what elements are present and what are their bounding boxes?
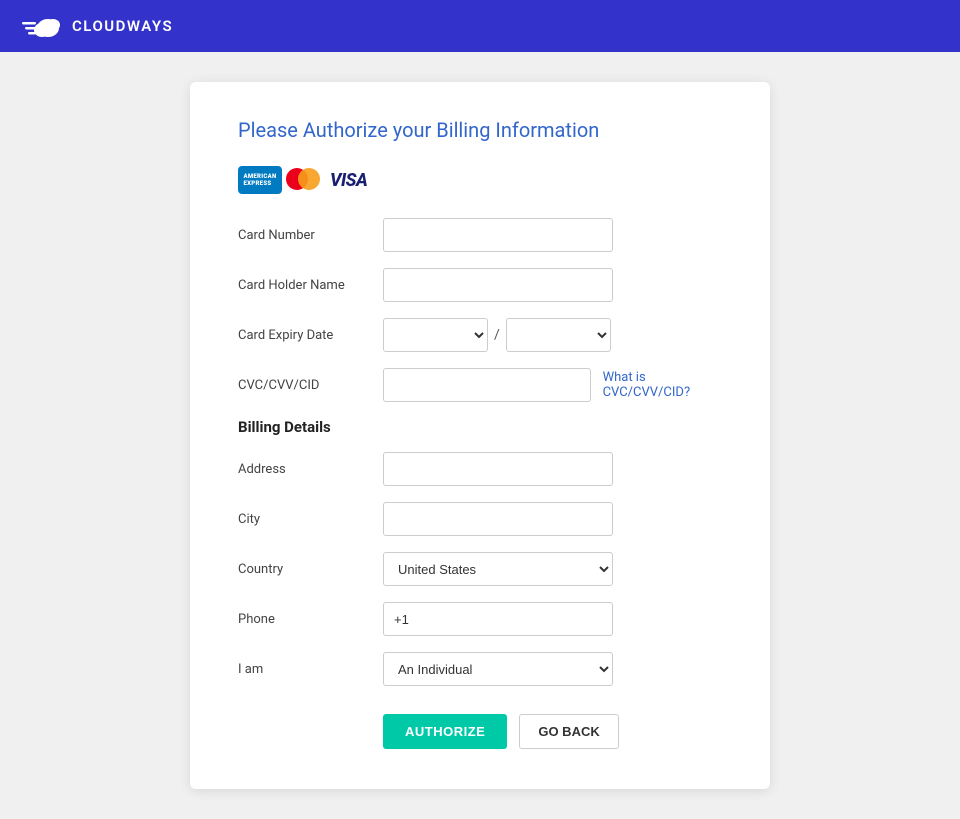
billing-section-title: Billing Details <box>238 418 722 436</box>
city-group: City <box>238 502 722 536</box>
phone-label: Phone <box>238 612 383 627</box>
amex-icon: AMERICANEXPRESS <box>238 166 282 194</box>
cvc-label: CVC/CVV/CID <box>238 378 383 393</box>
page-wrapper: Please Authorize your Billing Informatio… <box>0 52 960 819</box>
card-brands: AMERICANEXPRESS VISA <box>238 166 722 194</box>
card-number-input[interactable] <box>383 218 613 252</box>
authorize-button[interactable]: AUTHORIZE <box>383 714 507 749</box>
expiry-year-select[interactable]: 2024 2025 2026 2027 2028 2029 2030 2031 … <box>506 318 611 352</box>
page-title: Please Authorize your Billing Informatio… <box>238 118 722 142</box>
i-am-label: I am <box>238 662 383 677</box>
card-holder-label: Card Holder Name <box>238 278 383 293</box>
cvc-row: What is CVC/CVV/CID? <box>383 368 722 402</box>
address-group: Address <box>238 452 722 486</box>
address-input[interactable] <box>383 452 613 486</box>
country-group: Country United States United Kingdom Can… <box>238 552 722 586</box>
i-am-group: I am An Individual A Company <box>238 652 722 686</box>
phone-input[interactable] <box>383 602 613 636</box>
logo: CLOUDWAYS <box>20 11 173 41</box>
card-holder-group: Card Holder Name <box>238 268 722 302</box>
go-back-button[interactable]: GO BACK <box>519 714 618 749</box>
expiry-row: 01 02 03 04 05 06 07 08 09 10 11 12 / 20… <box>383 318 611 352</box>
card-holder-input[interactable] <box>383 268 613 302</box>
app-header: CLOUDWAYS <box>0 0 960 52</box>
logo-text: CLOUDWAYS <box>72 17 173 35</box>
country-label: Country <box>238 562 383 577</box>
country-select[interactable]: United States United Kingdom Canada Aust… <box>383 552 613 586</box>
cvc-group: CVC/CVV/CID What is CVC/CVV/CID? <box>238 368 722 402</box>
cloudways-logo-icon <box>20 11 62 41</box>
expiry-label: Card Expiry Date <box>238 328 383 343</box>
visa-icon: VISA <box>330 170 367 191</box>
i-am-select[interactable]: An Individual A Company <box>383 652 613 686</box>
phone-group: Phone <box>238 602 722 636</box>
city-label: City <box>238 512 383 527</box>
address-label: Address <box>238 462 383 477</box>
cvc-help-link[interactable]: What is CVC/CVV/CID? <box>603 370 722 400</box>
card-number-group: Card Number <box>238 218 722 252</box>
card-number-label: Card Number <box>238 228 383 243</box>
expiry-separator: / <box>494 327 500 343</box>
expiry-group: Card Expiry Date 01 02 03 04 05 06 07 08… <box>238 318 722 352</box>
mastercard-icon <box>286 167 324 193</box>
button-row: AUTHORIZE GO BACK <box>383 714 722 749</box>
cvc-input[interactable] <box>383 368 591 402</box>
expiry-month-select[interactable]: 01 02 03 04 05 06 07 08 09 10 11 12 <box>383 318 488 352</box>
city-input[interactable] <box>383 502 613 536</box>
billing-card: Please Authorize your Billing Informatio… <box>190 82 770 789</box>
